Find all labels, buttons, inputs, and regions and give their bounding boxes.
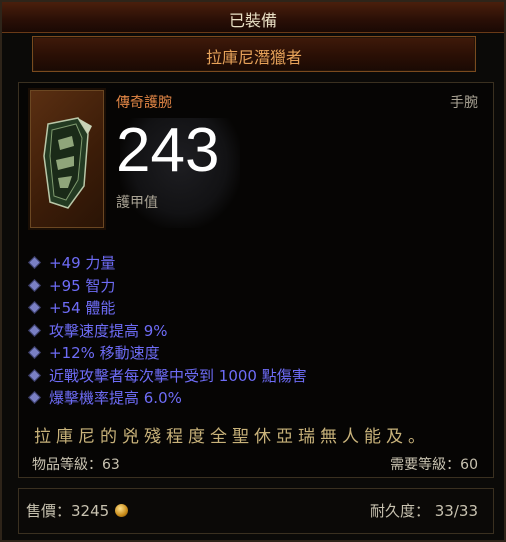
item-name: 拉庫尼潛獵者	[205, 48, 302, 67]
diamond-bullet-icon	[28, 346, 41, 359]
armor-label: 護甲值	[116, 195, 158, 211]
equipped-banner: 已裝備	[2, 2, 504, 33]
property-thorns: 近戰攻擊者每次擊中受到 1000 點傷害	[28, 365, 307, 388]
diamond-bullet-icon	[28, 301, 41, 314]
diamond-bullet-icon	[28, 278, 41, 292]
required-level: 需要等級：60	[390, 457, 478, 473]
item-name-banner: 拉庫尼潛獵者	[32, 36, 476, 72]
item-slot: 手腕	[450, 95, 478, 111]
item-type: 傳奇護腕	[116, 95, 172, 111]
property-attack-speed: 攻擊速度提高 9%	[28, 320, 307, 343]
property-crit-chance: 爆擊機率提高 6.0%	[28, 387, 307, 410]
item-properties: +49 力量 +95 智力 +54 體能 攻擊速度提高 9% +12% 移動速度…	[28, 252, 307, 410]
flavor-text: 拉庫尼的兇殘程度全聖休亞瑞無人能及。	[34, 427, 430, 447]
property-movement-speed: +12% 移動速度	[28, 342, 307, 365]
gold-coin-icon	[115, 504, 129, 517]
sell-value-text: 售價：3245	[26, 502, 110, 520]
property-vitality: +54 體能	[28, 297, 307, 320]
sell-value: 售價：3245	[26, 500, 129, 521]
armor-value: 243	[116, 116, 220, 185]
durability: 耐久度： 33/33	[370, 502, 478, 520]
diamond-bullet-icon	[28, 323, 41, 337]
diamond-bullet-icon	[28, 368, 41, 382]
diamond-bullet-icon	[28, 256, 41, 269]
equipped-label: 已裝備	[228, 11, 277, 30]
bracer-icon	[43, 117, 92, 209]
property-intelligence: +95 智力	[28, 275, 307, 298]
property-strength: +49 力量	[28, 252, 307, 275]
diamond-bullet-icon	[28, 391, 41, 404]
item-level: 物品等級：63	[32, 457, 120, 473]
